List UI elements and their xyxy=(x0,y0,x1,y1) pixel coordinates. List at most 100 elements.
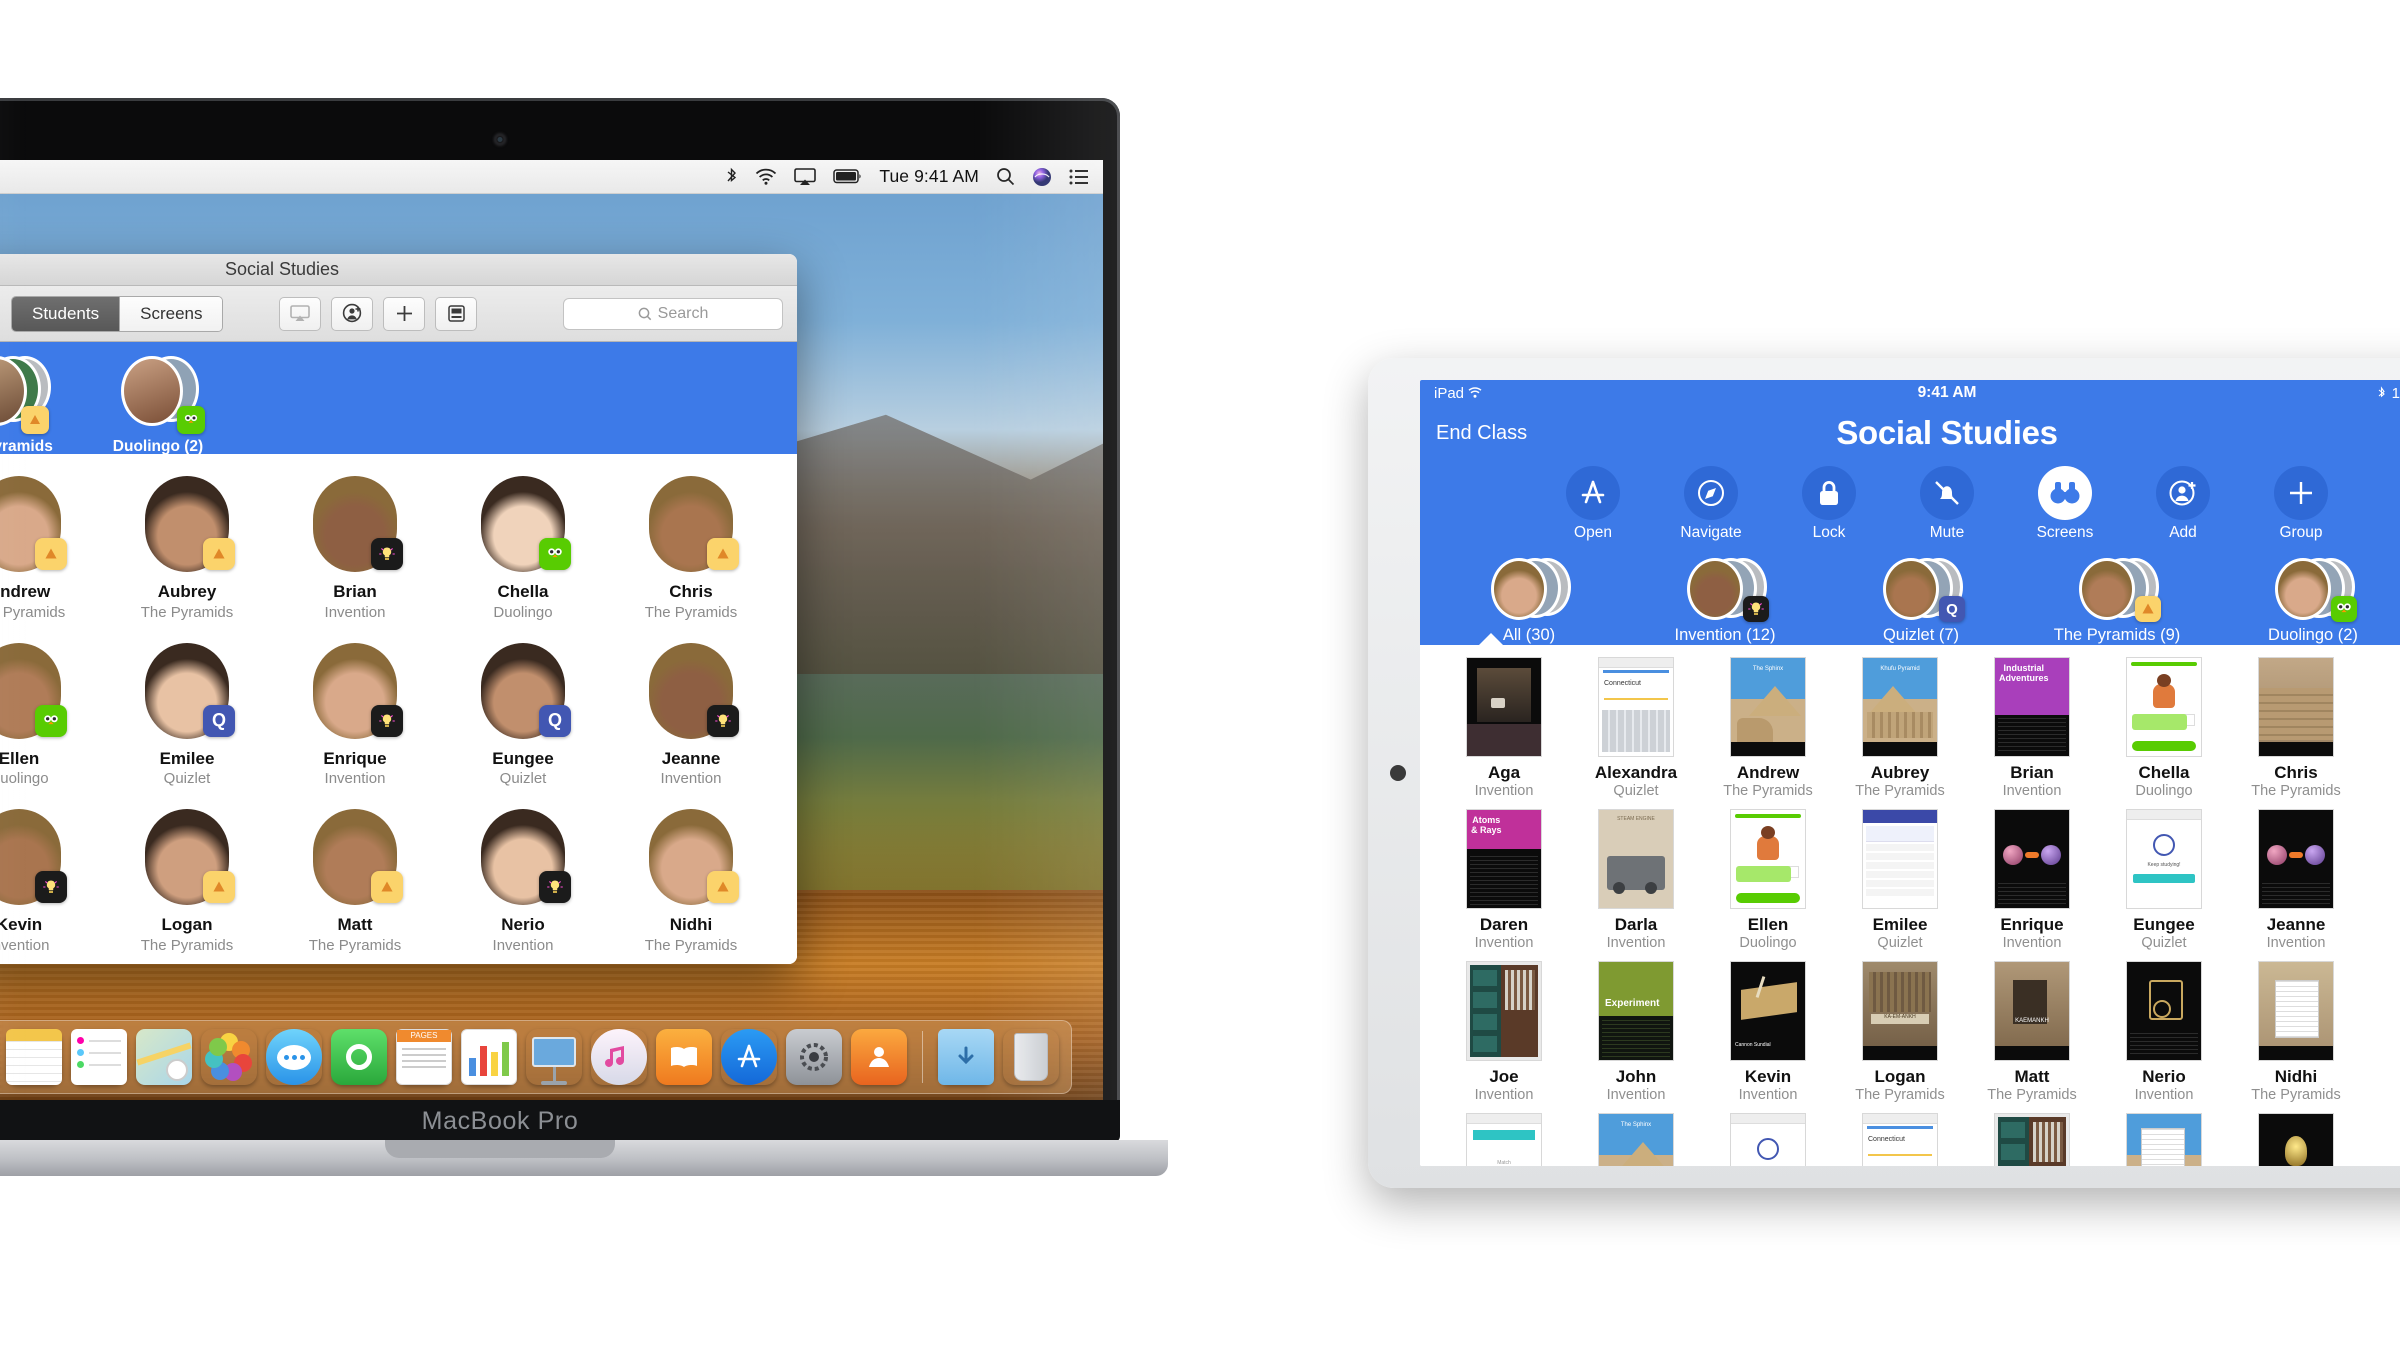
keynote-icon[interactable] xyxy=(526,1029,582,1085)
ipad-tool-add[interactable]: Add xyxy=(2137,466,2229,542)
pages-icon[interactable]: PAGES xyxy=(396,1029,452,1085)
student-tile[interactable]: KevinInvention xyxy=(0,809,103,954)
itunes-icon[interactable] xyxy=(591,1029,647,1085)
student-screen-tile[interactable]: STEAM ENGINE Darla Invention xyxy=(1570,809,1702,951)
student-screen-tile[interactable]: Keep studying!SarahQuizlet xyxy=(1702,1113,1834,1166)
student-screen-tile[interactable]: Connecticut xyxy=(1834,1113,1966,1166)
ipad-group-item[interactable]: The Pyramids (9) xyxy=(2032,558,2202,645)
app-badge xyxy=(539,538,571,570)
ipad-group-item[interactable]: Q Quizlet (7) xyxy=(1836,558,2006,645)
student-screen-tile[interactable] xyxy=(2098,1113,2230,1166)
student-screen-tile[interactable]: Industrial Adventures Brian Invention xyxy=(1966,657,2098,799)
view-mode-segmented-control[interactable]: Students Screens xyxy=(11,295,224,332)
airplay-icon[interactable] xyxy=(794,167,817,186)
student-screen-tile[interactable]: Khufu Pyramid Aubrey The Pyramids xyxy=(1834,657,1966,799)
siri-icon[interactable] xyxy=(1032,167,1052,187)
student-screen-tile[interactable]: Joe Invention xyxy=(1438,961,1570,1103)
student-screen-tile[interactable]: Nidhi The Pyramids xyxy=(2230,961,2362,1103)
avatar: Q xyxy=(481,642,571,739)
numbers-icon[interactable] xyxy=(461,1029,517,1085)
screen-thumbnail: Connecticut xyxy=(1598,657,1674,757)
screen-thumbnail: KAEMANKH xyxy=(1994,961,2070,1061)
student-screen-tile[interactable]: Edison Light Bulb xyxy=(2230,1113,2362,1166)
ipad-tool-lock[interactable]: Lock xyxy=(1783,466,1875,542)
student-screen-tile[interactable]: Cannon Sundial Kevin Invention xyxy=(1702,961,1834,1103)
student-screen-tile[interactable]: Chris The Pyramids xyxy=(2230,657,2362,799)
downloads-folder-icon[interactable] xyxy=(938,1029,994,1085)
student-screen-tile[interactable]: The Sphinx Andrew The Pyramids xyxy=(1702,657,1834,799)
group-item-pyramids[interactable]: The Pyramids xyxy=(0,356,57,456)
messages-icon[interactable] xyxy=(266,1029,322,1085)
student-tile[interactable]: Ellen Duolingo xyxy=(0,642,103,787)
student-tile[interactable]: Nerio Invention xyxy=(439,809,607,954)
class-card-button[interactable] xyxy=(435,296,478,331)
student-screen-tile[interactable]: Ellen Duolingo xyxy=(1702,809,1834,951)
student-tile[interactable]: Chella Duolingo xyxy=(439,476,607,621)
tab-screens[interactable]: Screens xyxy=(119,296,223,331)
tab-students[interactable]: Students xyxy=(12,296,120,331)
student-tile[interactable]: Brian Invention xyxy=(271,476,439,621)
macbook-screen: elp Tue 9:41 xyxy=(0,160,1103,1100)
student-screen-tile[interactable]: Experiment John Invention xyxy=(1570,961,1702,1103)
student-screen-tile[interactable]: KA-EM-ANKH Logan The Pyramids xyxy=(1834,961,1966,1103)
group-item-duolingo[interactable]: Duolingo (2) xyxy=(103,356,213,456)
notes-icon[interactable] xyxy=(6,1029,62,1085)
add-user-button[interactable] xyxy=(331,296,374,331)
student-screen-tile[interactable]: Nerio Invention xyxy=(2098,961,2230,1103)
facetime-camera-icon xyxy=(494,134,506,145)
student-tile[interactable]: Andrew The Pyramids xyxy=(0,476,103,621)
screen-thumbnail xyxy=(1862,809,1938,909)
app-store-icon[interactable] xyxy=(721,1029,777,1085)
student-screen-tile[interactable]: The SphinxSamaraThe Pyramids xyxy=(1570,1113,1702,1166)
student-tile[interactable]: Nidhi The Pyramids xyxy=(607,809,775,954)
student-screen-tile[interactable]: Jeanne Invention xyxy=(2230,809,2362,951)
facetime-icon[interactable] xyxy=(331,1029,387,1085)
screen-thumbnail xyxy=(1730,809,1806,909)
student-screen-tile[interactable]: KAEMANKH Matt The Pyramids xyxy=(1966,961,2098,1103)
bluetooth-icon[interactable] xyxy=(725,167,738,187)
ipad-tool-navigate[interactable]: Navigate xyxy=(1665,466,1757,542)
student-tile[interactable]: Q Eungee Quizlet xyxy=(439,642,607,787)
menubar-clock[interactable]: Tue 9:41 AM xyxy=(879,166,979,187)
wifi-icon[interactable] xyxy=(755,168,777,185)
search-input[interactable]: Search xyxy=(563,297,783,330)
reminders-icon[interactable] xyxy=(71,1029,127,1085)
student-screen-tile[interactable]: Keep studying! Eungee Quizlet xyxy=(2098,809,2230,951)
window-titlebar[interactable]: Social Studies xyxy=(0,254,797,286)
device-label: MacBook Pro xyxy=(421,1106,579,1135)
student-screen-tile[interactable]: Enrique Invention xyxy=(1966,809,2098,951)
spotlight-search-icon[interactable] xyxy=(996,167,1015,186)
ipad-group-item[interactable]: All (30) xyxy=(1444,558,1614,645)
photos-icon[interactable] xyxy=(201,1029,257,1085)
student-screen-tile[interactable]: Emilee Quizlet xyxy=(1834,809,1966,951)
ipad-group-item[interactable]: Duolingo (2) xyxy=(2228,558,2398,645)
add-button[interactable] xyxy=(383,296,426,331)
airplay-button[interactable] xyxy=(279,296,322,331)
ipad-tool-group[interactable]: Group xyxy=(2255,466,2347,542)
system-preferences-icon[interactable] xyxy=(786,1029,842,1085)
student-screen-tile[interactable] xyxy=(1966,1113,2098,1166)
ipad-tool-screens[interactable]: Screens xyxy=(2019,466,2111,542)
student-screen-tile[interactable]: Atoms & Rays Daren Invention xyxy=(1438,809,1570,951)
battery-icon[interactable] xyxy=(833,169,862,184)
student-screen-tile[interactable]: MatchRaffiQuizlet xyxy=(1438,1113,1570,1166)
student-tile[interactable]: Enrique Invention xyxy=(271,642,439,787)
student-screen-tile[interactable]: Chella Duolingo xyxy=(2098,657,2230,799)
ipad-tool-open[interactable]: Open xyxy=(1547,466,1639,542)
student-tile[interactable]: Jeanne Invention xyxy=(607,642,775,787)
ipad-tool-mute[interactable]: Mute xyxy=(1901,466,1993,542)
student-tile[interactable]: Chris The Pyramids xyxy=(607,476,775,621)
maps-icon[interactable] xyxy=(136,1029,192,1085)
student-tile[interactable]: Logan The Pyramids xyxy=(103,809,271,954)
ipad-group-item[interactable]: Invention (12) xyxy=(1640,558,1810,645)
trash-icon[interactable] xyxy=(1003,1029,1059,1085)
classroom-icon[interactable] xyxy=(851,1029,907,1085)
student-tile[interactable]: Aubrey The Pyramids xyxy=(103,476,271,621)
student-app: Quizlet xyxy=(1877,935,1923,951)
student-tile[interactable]: Matt The Pyramids xyxy=(271,809,439,954)
notification-center-icon[interactable] xyxy=(1069,169,1089,185)
student-tile[interactable]: Q Emilee Quizlet xyxy=(103,642,271,787)
ibooks-icon[interactable] xyxy=(656,1029,712,1085)
student-screen-tile[interactable]: Aga Invention xyxy=(1438,657,1570,799)
student-screen-tile[interactable]: Connecticut Alexandra Quizlet xyxy=(1570,657,1702,799)
